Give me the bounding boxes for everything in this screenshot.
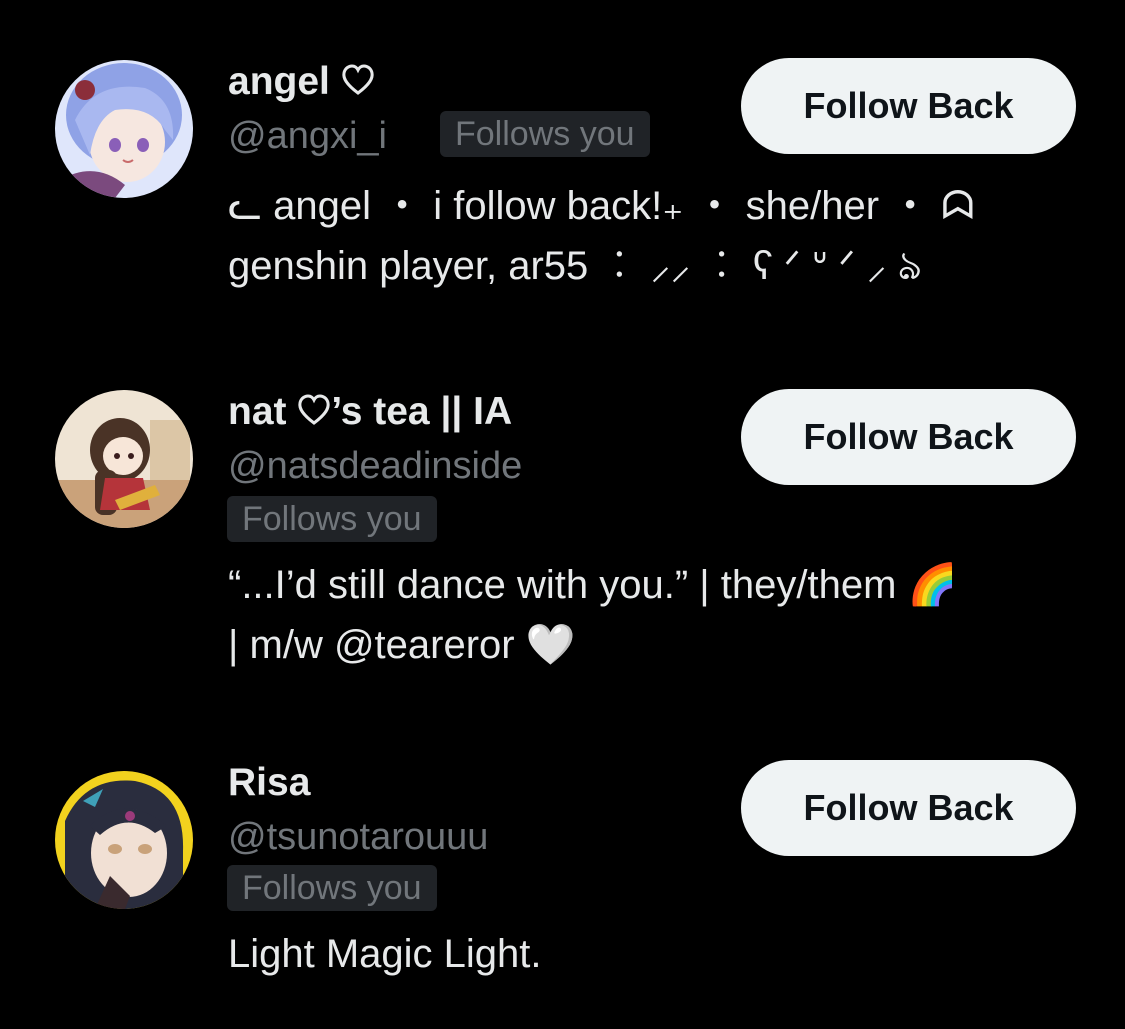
- bio: Light Magic Light.: [228, 924, 1088, 984]
- follows-you-badge: Follows you: [227, 865, 437, 911]
- user-cell[interactable]: angel @angxi_i Follows you Follow Back ᓚ…: [0, 0, 1125, 330]
- avatar[interactable]: [55, 771, 193, 909]
- bio-line: “...I’d still dance with you.” | they/th…: [228, 563, 958, 607]
- display-name-text: angel: [228, 60, 330, 103]
- heart-outline-icon: [297, 394, 331, 433]
- bio-line: genshin player, ar55 ︰ ⸝⸝ ︰ ʕ ᐟ ᐡ ᐟ ⸝ ঌ: [228, 244, 922, 288]
- handle: @angxi_i: [228, 115, 387, 157]
- avatar[interactable]: [55, 390, 193, 528]
- handle: @tsunotarouuu: [228, 816, 489, 858]
- follow-back-button[interactable]: Follow Back: [741, 760, 1076, 856]
- user-cell[interactable]: nat ’s tea || IA @natsdeadinside Follows…: [0, 330, 1125, 710]
- bio: “...I’d still dance with you.” | they/th…: [228, 555, 1088, 675]
- heart-outline-icon: [341, 64, 375, 103]
- bio-line: | m/w @teareror 🤍: [228, 623, 576, 667]
- display-name: Risa: [228, 763, 310, 802]
- display-name-suffix: ’s tea || IA: [331, 390, 513, 433]
- display-name-text: Risa: [228, 761, 311, 804]
- avatar[interactable]: [55, 60, 193, 198]
- bio: ᓚ angel ・ i follow back!₊ ・ she/her ・ ᗣ …: [228, 176, 1088, 296]
- bio-line: ᓚ angel ・ i follow back!₊ ・ she/her ・ ᗣ: [228, 184, 975, 228]
- display-name-text: nat: [228, 390, 287, 433]
- follows-you-badge: Follows you: [227, 496, 437, 542]
- user-cell[interactable]: Risa @tsunotarouuu Follows you Follow Ba…: [0, 710, 1125, 1029]
- handle: @natsdeadinside: [228, 445, 523, 487]
- follow-back-button[interactable]: Follow Back: [741, 58, 1076, 154]
- follow-back-button[interactable]: Follow Back: [741, 389, 1076, 485]
- follows-you-badge: Follows you: [440, 111, 650, 157]
- display-name: angel: [228, 62, 375, 103]
- display-name: nat ’s tea || IA: [228, 392, 512, 433]
- bio-line: Light Magic Light.: [228, 932, 542, 976]
